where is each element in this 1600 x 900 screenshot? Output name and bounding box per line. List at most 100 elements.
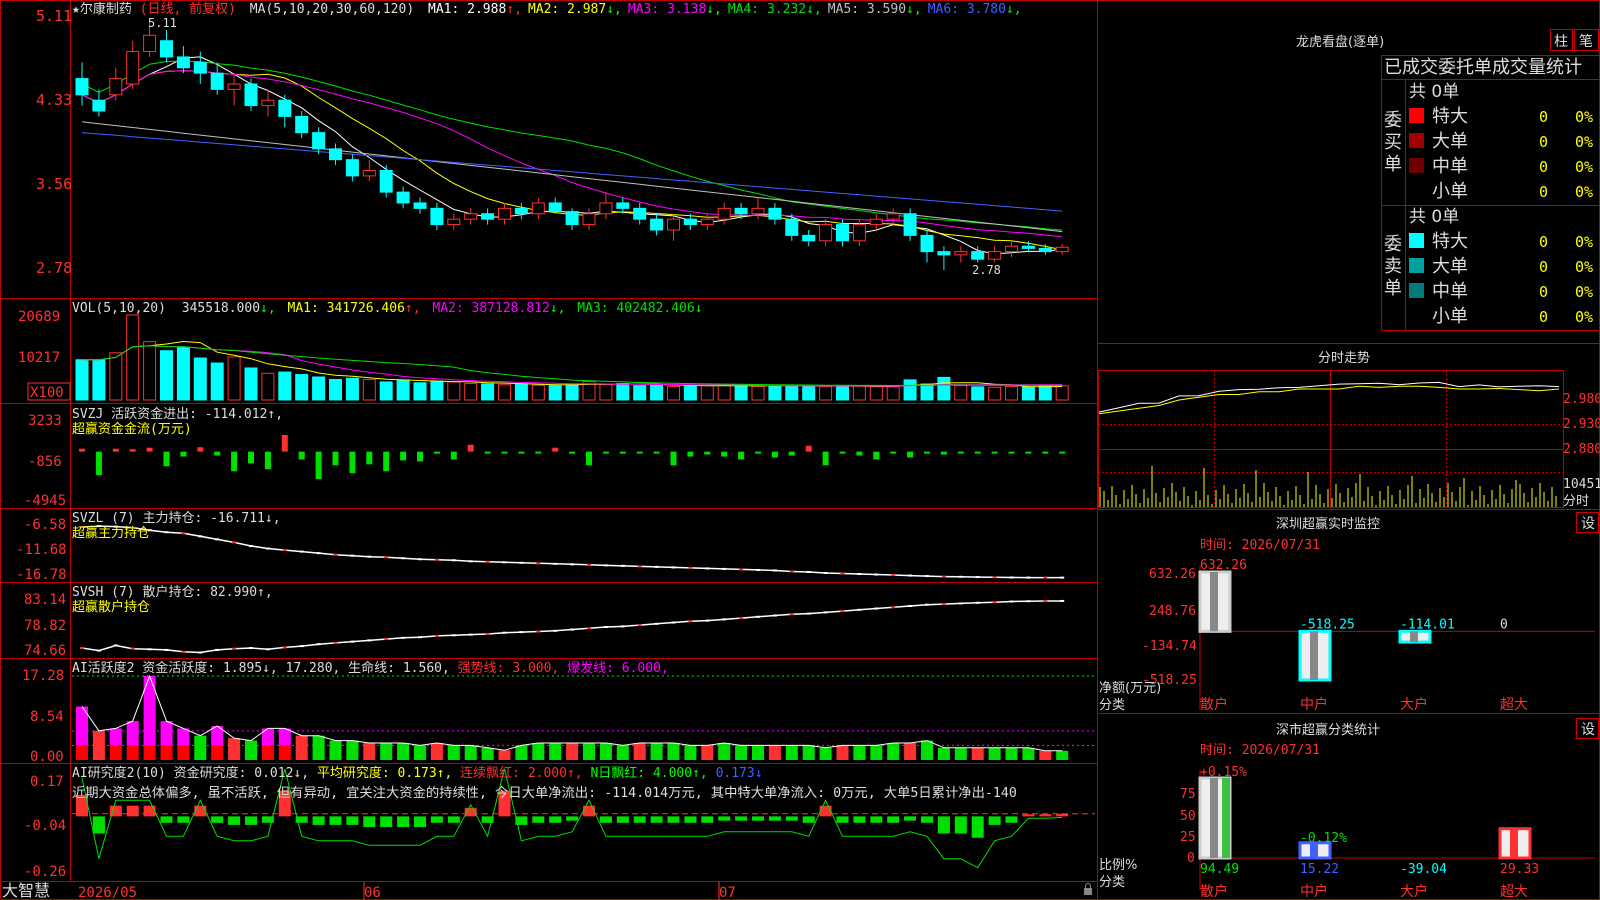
svzj-bar — [1025, 451, 1032, 454]
svzl-marker — [164, 531, 169, 534]
ai1-bar-base — [278, 745, 291, 760]
candle-body — [683, 218, 697, 226]
candle — [717, 202, 731, 225]
svsh-marker — [316, 643, 321, 646]
candle — [633, 202, 647, 225]
ai2-bar — [667, 816, 680, 823]
volume-bar — [819, 385, 833, 401]
minute-chart[interactable] — [1098, 381, 1560, 507]
sz-tick-0: 632.26 — [1149, 567, 1196, 582]
svzl-marker — [975, 576, 980, 579]
svsh-marker — [164, 648, 169, 651]
candle-body — [193, 61, 207, 74]
volume-panel[interactable] — [75, 314, 1069, 401]
svzj-bar — [163, 451, 170, 467]
candle-body — [734, 207, 748, 215]
svsh-panel[interactable] — [80, 599, 1065, 654]
stock-name[interactable]: ★尔康制药 — [72, 1, 132, 17]
svzj-bar — [315, 451, 322, 480]
sell-side-char: 单 — [1384, 278, 1402, 299]
ma-arrow-4: ↓, — [806, 2, 822, 17]
svsh-marker — [536, 630, 541, 633]
svzl-marker — [671, 566, 676, 569]
sz-class-settings-button[interactable]: 设 — [1576, 718, 1599, 739]
ai2-panel[interactable] — [72, 768, 1095, 869]
candle-body — [210, 72, 224, 90]
dragon-bar-button[interactable]: 柱 — [1550, 29, 1573, 51]
sz-monitor-category: 超大 — [1500, 697, 1528, 713]
svzl-marker — [925, 575, 929, 578]
ma-value-1: MA1: 2.988 — [428, 2, 506, 17]
candle — [362, 159, 376, 182]
svsh-marker — [840, 610, 845, 613]
svzj-bar — [383, 451, 390, 472]
svzj-bar — [890, 451, 897, 454]
ai2-bar — [1005, 816, 1018, 823]
svsh-label: SVSH (7) 散户持仓: 82.990↑, — [72, 584, 273, 600]
sz-class-chart[interactable]: 94.49 散户 15.22 中户 -39.04 大户 29.33 超大 +0.15% -0.12… — [1198, 765, 1595, 900]
svsh-marker — [637, 624, 642, 627]
svzj-bar — [569, 451, 576, 454]
svzl-marker — [451, 559, 456, 562]
ai2-avg: 平均研究度: 0.173↑, — [317, 765, 452, 781]
svsh-marker — [975, 601, 980, 604]
sz-class-category: 超大 — [1500, 884, 1528, 900]
lock-icon[interactable] — [1084, 883, 1092, 896]
svzj-bar — [602, 451, 609, 454]
svzl-marker — [772, 569, 777, 572]
sz-class-value: 94.49 — [1200, 862, 1239, 877]
ai1-bar — [363, 742, 376, 760]
svzj-bar — [974, 451, 981, 454]
ai2-bar — [245, 816, 257, 825]
sell-swatch — [1409, 233, 1424, 248]
sz-tick-1: 248.76 — [1149, 604, 1196, 619]
sell-row-count: 0 — [1539, 283, 1548, 301]
ai2-y-axis: 0.17 -0.04 -0.26 — [24, 774, 66, 880]
ai2-bar — [718, 816, 731, 821]
ai2-bar — [819, 805, 832, 817]
sz-class-bar-accent — [1222, 778, 1230, 858]
sell-side-char: 委 — [1384, 234, 1402, 255]
candle-body — [362, 169, 376, 177]
svsh-marker — [384, 638, 389, 641]
svzj-bar — [586, 451, 592, 466]
candle-body — [548, 202, 562, 213]
svsh-tick-low: 74.66 — [24, 643, 66, 659]
ai1-bar — [802, 745, 815, 760]
volume-bar — [920, 383, 934, 401]
svzl-marker — [874, 573, 879, 576]
candle-body — [920, 234, 934, 253]
sz-class-y-axis: 75 50 25 0 — [1180, 787, 1196, 866]
ai1-bar — [1056, 750, 1069, 760]
svzj-panel[interactable] — [79, 434, 1066, 480]
price-tick-3: 3.56 — [36, 175, 72, 193]
sell-row-count: 0 — [1539, 258, 1548, 276]
ai1-bar-base — [126, 745, 139, 760]
svzl-marker — [282, 549, 287, 552]
candle-body — [295, 115, 309, 134]
candle-body — [565, 211, 579, 226]
candle — [700, 213, 714, 230]
sz-monitor-settings-button[interactable]: 设 — [1576, 512, 1599, 533]
sell-row-name: 小单 — [1432, 306, 1468, 327]
sz-monitor-chart[interactable]: 632.26 散户 -518.25 中户 -114.01 大户 0 超大 — [1198, 558, 1595, 713]
svzj-bar — [1042, 451, 1049, 454]
ma-value-4: MA4: 3.232 — [728, 2, 806, 17]
svsh-marker — [113, 644, 118, 647]
svsh-marker — [1009, 600, 1014, 603]
price-panel[interactable] — [75, 18, 1069, 270]
buy-row-name: 特大 — [1432, 106, 1468, 127]
volume-bar — [937, 376, 951, 401]
dragon-tick-button[interactable]: 笔 — [1574, 29, 1599, 51]
svsh-marker — [519, 631, 524, 634]
candle — [819, 219, 833, 247]
ai1-panel[interactable] — [72, 674, 1095, 760]
svzl-marker — [232, 541, 237, 544]
ai2-bar — [988, 816, 1001, 825]
svsh-marker — [688, 620, 693, 623]
volume-bar — [464, 383, 478, 401]
svsh-y-axis: 83.14 78.82 74.66 — [24, 592, 66, 659]
svsh-marker — [198, 651, 203, 654]
candle — [413, 197, 427, 214]
svzl-panel[interactable] — [80, 525, 1065, 579]
